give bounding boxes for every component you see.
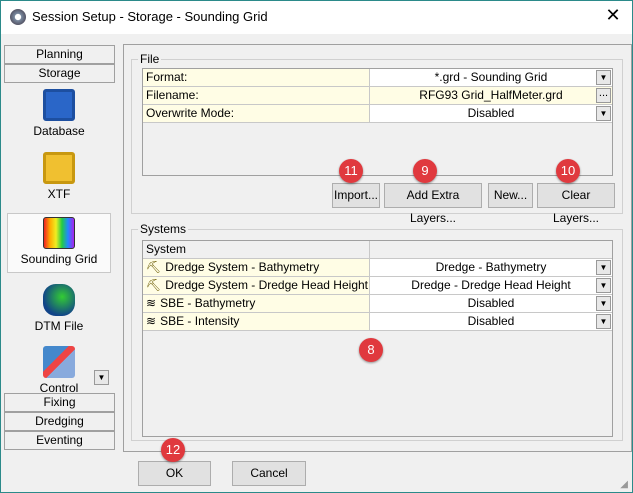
sidebar-scroll-down[interactable]: ▼ <box>94 370 109 385</box>
nav-label: Sounding Grid <box>20 252 98 266</box>
file-grid: Format: *.grd - Sounding Grid ▼ Filename: R… <box>142 68 613 176</box>
control-icon <box>43 346 75 378</box>
nav-label: Database <box>33 124 85 138</box>
nav-label: XTF <box>47 187 71 201</box>
resize-grip-icon[interactable]: ◢ <box>620 479 628 490</box>
dtm-icon <box>43 284 75 316</box>
format-row[interactable]: Format: *.grd - Sounding Grid ▼ <box>143 69 612 87</box>
tab-dredging[interactable]: Dredging <box>4 412 115 431</box>
system-value[interactable]: Disabled <box>468 296 515 310</box>
nav-sounding-grid[interactable]: Sounding Grid <box>7 213 111 273</box>
main-panel: File Format: *.grd - Sounding Grid ▼ Filen… <box>123 44 632 452</box>
system-name: Dredge System - Bathymetry <box>165 260 320 274</box>
system-value[interactable]: Disabled <box>468 314 515 328</box>
dredge-icon: ⛏ <box>146 260 162 274</box>
badge-9: 9 <box>413 159 437 183</box>
dredge-icon: ⛏ <box>146 278 162 292</box>
format-value[interactable]: *.grd - Sounding Grid <box>435 70 548 84</box>
system-value[interactable]: Dredge - Dredge Head Height <box>411 278 570 292</box>
window-title: Session Setup - Storage - Sounding Grid <box>32 9 268 24</box>
tab-eventing[interactable]: Eventing <box>4 431 115 450</box>
file-group: File Format: *.grd - Sounding Grid ▼ Filen… <box>131 52 623 225</box>
table-row[interactable]: ≋ SBE - Intensity Disabled ▼ <box>143 313 612 331</box>
system-name: Dredge System - Dredge Head Height <box>165 278 368 292</box>
gear-icon <box>10 9 26 25</box>
add-extra-layers-button[interactable]: Add Extra Layers... <box>384 183 482 225</box>
nav-label: DTM File <box>34 319 84 333</box>
badge-8: 8 <box>359 338 383 362</box>
table-row[interactable]: ≋ SBE - Bathymetry Disabled ▼ <box>143 295 612 313</box>
chevron-down-icon[interactable]: ▼ <box>596 296 611 311</box>
ok-button[interactable]: OK <box>138 461 211 486</box>
cancel-button[interactable]: Cancel <box>232 461 306 486</box>
group-label: File <box>138 52 162 66</box>
system-value[interactable]: Dredge - Bathymetry <box>436 260 547 274</box>
filename-row[interactable]: Filename: RFG93 Grid_HalfMeter.grd... <box>143 87 612 105</box>
nav-database[interactable]: Database <box>7 89 111 138</box>
chevron-down-icon[interactable]: ▼ <box>596 278 611 293</box>
clear-layers-button[interactable]: Clear Layers... <box>537 183 615 225</box>
title-bar: Session Setup - Storage - Sounding Grid … <box>1 1 632 34</box>
browse-button[interactable]: ... <box>596 88 611 103</box>
overwrite-row[interactable]: Overwrite Mode: Disabled ▼ <box>143 105 612 123</box>
overwrite-value[interactable]: Disabled <box>468 106 515 120</box>
badge-11: 11 <box>339 159 363 183</box>
tab-planning[interactable]: Planning <box>4 45 115 64</box>
chevron-down-icon[interactable]: ▼ <box>596 70 611 85</box>
xtf-floppy-icon <box>43 152 75 184</box>
systems-group: Systems System ⛏ Dredge System - Bathymet… <box>131 222 623 441</box>
floppy-disk-icon <box>43 89 75 121</box>
filename-value[interactable]: RFG93 Grid_HalfMeter.grd <box>419 88 562 102</box>
row-label: Format: <box>143 69 370 86</box>
import-button[interactable]: Import... <box>332 183 380 208</box>
row-label: Filename: <box>143 87 370 104</box>
table-row[interactable]: ⛏ Dredge System - Dredge Head Height Dredg… <box>143 277 612 295</box>
systems-grid: System ⛏ Dredge System - Bathymetry Dredge… <box>142 240 613 437</box>
column-header: System <box>143 241 370 258</box>
group-label: Systems <box>138 222 189 236</box>
chevron-down-icon[interactable]: ▼ <box>596 106 611 121</box>
tab-fixing[interactable]: Fixing <box>4 393 115 412</box>
badge-10: 10 <box>556 159 580 183</box>
system-name: SBE - Bathymetry <box>160 296 256 310</box>
systems-header: System <box>143 241 612 259</box>
chevron-down-icon[interactable]: ▼ <box>596 314 611 329</box>
chevron-down-icon[interactable]: ▼ <box>596 260 611 275</box>
nav-xtf[interactable]: XTF <box>7 152 111 201</box>
new-button[interactable]: New... <box>488 183 533 208</box>
row-label: Overwrite Mode: <box>143 105 370 122</box>
sbe-icon: ≋ <box>146 314 157 328</box>
tab-storage[interactable]: Storage <box>4 64 115 83</box>
nav-dtm-file[interactable]: DTM File <box>7 284 111 333</box>
table-row[interactable]: ⛏ Dredge System - Bathymetry Dredge - Bath… <box>143 259 612 277</box>
close-button[interactable]: ✕ <box>601 5 625 26</box>
system-name: SBE - Intensity <box>160 314 240 328</box>
sbe-icon: ≋ <box>146 296 157 310</box>
badge-12: 12 <box>161 438 185 462</box>
grid-icon <box>43 217 75 249</box>
